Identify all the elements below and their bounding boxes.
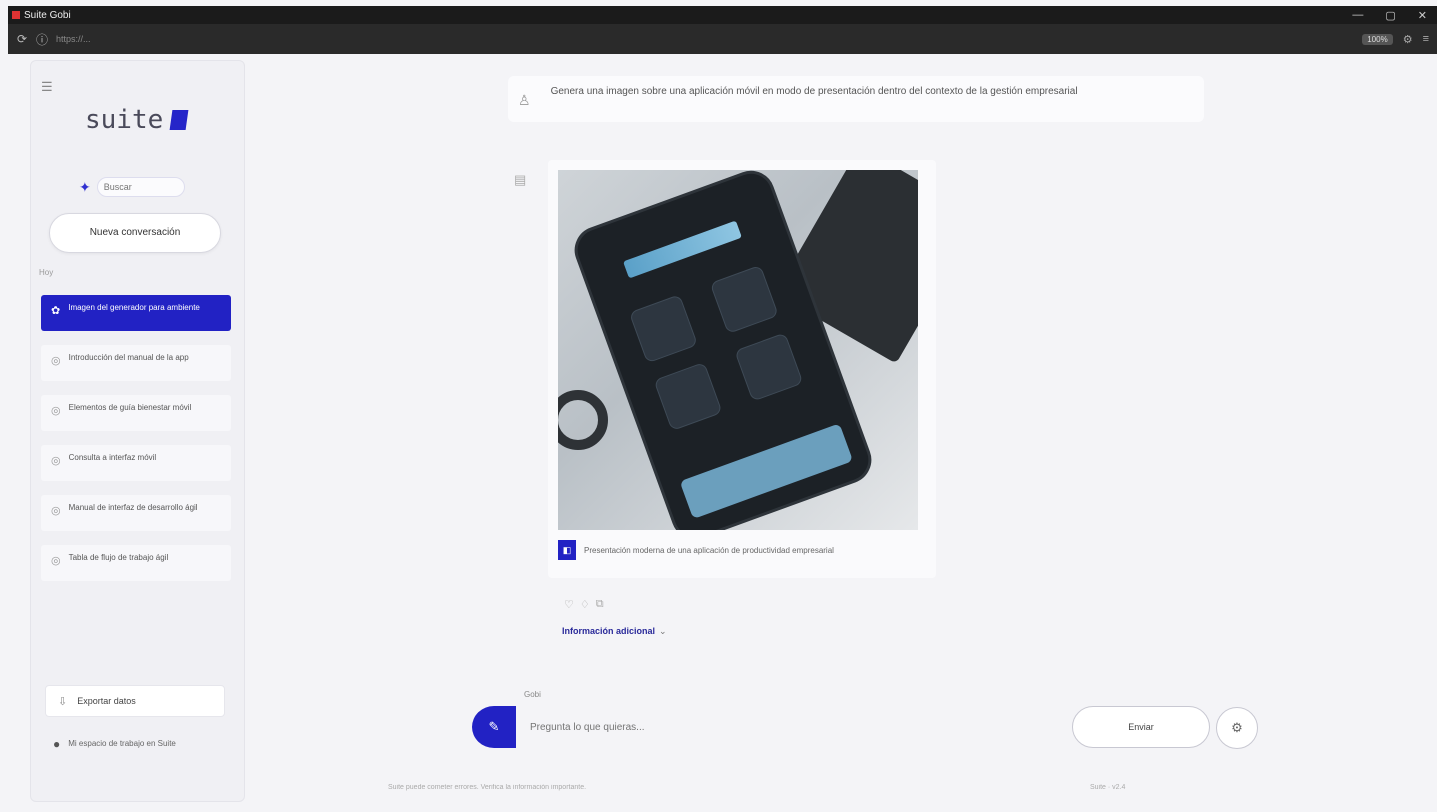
chat-icon: ✿ [51, 305, 61, 317]
assistant-avatar-icon[interactable]: ✎ [472, 706, 516, 748]
conversation-label: Imagen del generador para ambiente [68, 303, 200, 312]
conversation-label: Consulta a interfaz móvil [68, 453, 157, 462]
search-input[interactable] [96, 177, 185, 197]
chat-icon: ◎ [51, 455, 61, 467]
chat-icon: ◎ [51, 405, 61, 417]
image-badge-icon: ◧ [558, 540, 576, 560]
workspace-note[interactable]: ● Mi espacio de trabajo en Suite [45, 737, 231, 751]
user-icon: ♙ [518, 92, 531, 108]
new-conversation-button[interactable]: Nueva conversación [49, 213, 221, 253]
thumbs-up-icon[interactable]: ♡ [564, 598, 574, 611]
zoom-indicator[interactable]: 100% [1362, 33, 1393, 45]
workspace-note-text: Mi espacio de trabajo en Suite [68, 739, 176, 748]
logo: suite [85, 105, 189, 135]
lightbulb-icon: ● [53, 737, 61, 751]
user-message: ♙ Genera una imagen sobre una aplicación… [508, 76, 1204, 122]
conversation-item[interactable]: ◎ Introducción del manual de la app [41, 345, 231, 381]
chevron-down-icon: ⌄ [659, 626, 667, 636]
disclaimer-text: Suite puede cometer errores. Verifica la… [388, 784, 587, 791]
address-bar: ⟳ ⓘ https://... 100% ⚙ ≡ [8, 24, 1437, 54]
user-message-text: Genera una imagen sobre una aplicación m… [550, 86, 1078, 97]
conversation-list: ✿ Imagen del generador para ambiente ◎ I… [41, 295, 231, 595]
conversation-label: Tabla de flujo de trabajo ágil [68, 553, 169, 562]
generated-image-card: ◧ Presentación moderna de una aplicación… [548, 160, 936, 578]
window-titlebar: Suite Gobi — ▢ ✕ [8, 6, 1437, 24]
generated-image[interactable] [558, 170, 918, 530]
app-icon [12, 11, 20, 19]
menu-icon[interactable]: ≡ [1423, 33, 1429, 45]
url-field[interactable]: https://... [56, 32, 756, 46]
window-controls: — ▢ ✕ [1352, 9, 1433, 22]
thumbs-down-icon[interactable]: ♢ [580, 598, 590, 611]
ring-graphic [558, 390, 608, 450]
minimize-icon[interactable]: — [1352, 9, 1363, 22]
maximize-icon[interactable]: ▢ [1385, 9, 1395, 22]
export-label: Exportar datos [77, 696, 136, 706]
tab-title: Suite Gobi [24, 9, 71, 21]
message-actions: ♡ ♢ ⧉ [564, 598, 604, 611]
gear-icon: ⚙ [1231, 720, 1243, 735]
copy-icon[interactable]: ⧉ [596, 598, 604, 611]
more-info-link[interactable]: Información adicional ⌄ [562, 626, 667, 637]
model-label[interactable]: Gobi [524, 690, 541, 699]
conversation-item[interactable]: ◎ Elementos de guía bienestar móvil [41, 395, 231, 431]
download-icon: ⇩ [58, 695, 68, 708]
logo-mark-icon [169, 110, 189, 130]
extensions-icon[interactable]: ⚙ [1403, 33, 1413, 46]
hamburger-icon[interactable]: ☰ [41, 79, 53, 95]
image-caption: ◧ Presentación moderna de una aplicación… [558, 540, 926, 560]
settings-button[interactable]: ⚙ [1216, 707, 1258, 749]
export-data-button[interactable]: ⇩ Exportar datos [45, 685, 225, 717]
conversation-label: Manual de interfaz de desarrollo ágil [68, 503, 198, 512]
conversation-label: Introducción del manual de la app [68, 353, 189, 362]
sidebar-search: ✦ [79, 176, 191, 198]
caption-text: Presentación moderna de una aplicación d… [584, 545, 834, 555]
conversation-item[interactable]: ✿ Imagen del generador para ambiente [41, 295, 231, 331]
message-input[interactable] [516, 708, 1056, 746]
logo-text: suite [85, 105, 164, 135]
chat-icon: ◎ [51, 505, 61, 517]
site-info-icon[interactable]: ⓘ [36, 31, 48, 48]
close-icon[interactable]: ✕ [1418, 9, 1427, 22]
send-button[interactable]: Enviar [1072, 706, 1210, 748]
chat-icon: ◎ [51, 555, 61, 567]
reload-icon[interactable]: ⟳ [16, 32, 28, 46]
chat-icon: ◎ [51, 355, 61, 367]
more-info-label: Información adicional [562, 626, 656, 636]
sidebar: ☰ suite ✦ Nueva conversación Hoy ✿ Image… [30, 60, 245, 802]
version-text: Suite · v2.4 [1090, 784, 1126, 791]
conversation-item[interactable]: ◎ Tabla de flujo de trabajo ágil [41, 545, 231, 581]
sparkle-icon: ✦ [79, 178, 91, 195]
conversation-item[interactable]: ◎ Manual de interfaz de desarrollo ágil [41, 495, 231, 531]
assistant-icon: ▤ [514, 172, 527, 187]
conversation-item[interactable]: ◎ Consulta a interfaz móvil [41, 445, 231, 481]
section-label: Hoy [39, 268, 54, 277]
conversation-label: Elementos de guía bienestar móvil [68, 403, 192, 412]
